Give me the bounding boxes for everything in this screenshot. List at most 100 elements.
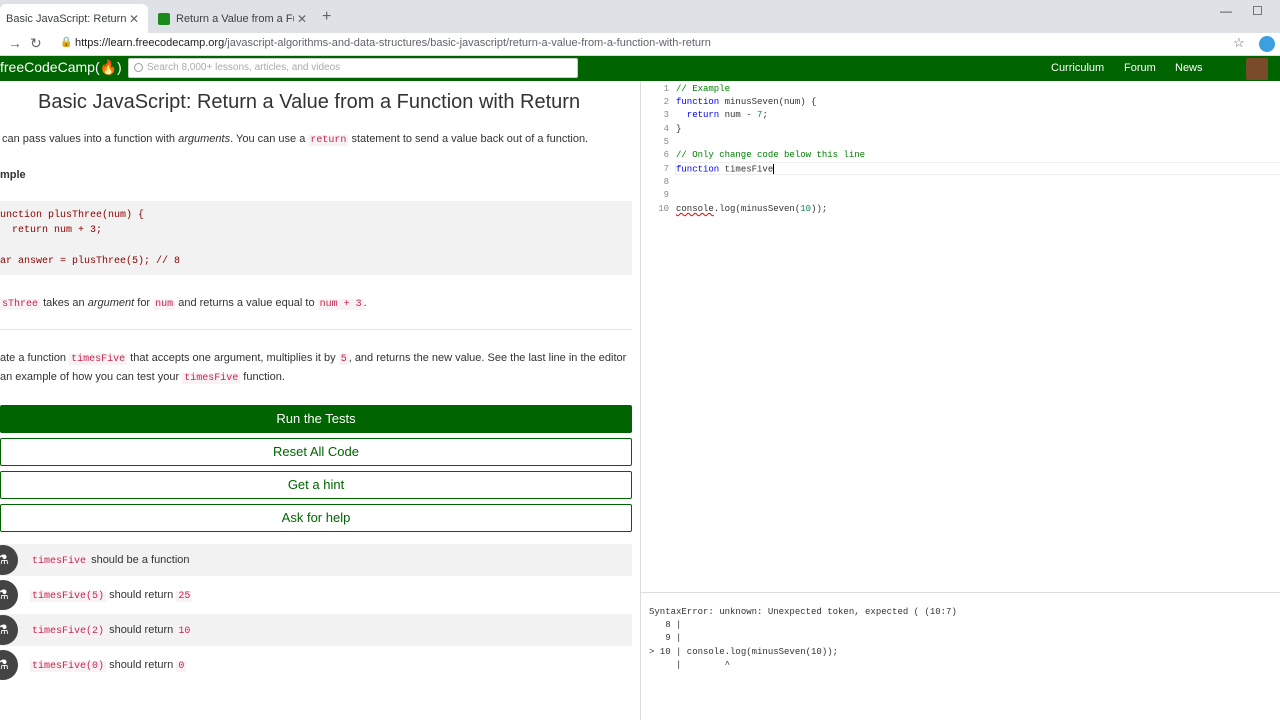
- error-token: console: [676, 204, 714, 214]
- line-number: 7: [663, 164, 669, 174]
- task-paragraph-line2: an example of how you can test your time…: [0, 371, 285, 384]
- url-host: https://learn.freecodecamp.org: [75, 37, 225, 49]
- search-placeholder: Search 8,000+ lessons, articles, and vid…: [147, 62, 341, 73]
- address-bar: → ↻ 🔒 https://learn.freecodecamp.org/jav…: [0, 33, 1280, 56]
- search-input[interactable]: Search 8,000+ lessons, articles, and vid…: [128, 58, 578, 78]
- flask-icon: ⚗: [0, 615, 18, 645]
- keyword: function: [676, 97, 720, 107]
- line-number: 8: [663, 177, 669, 187]
- explain-emphasis: argument: [87, 297, 135, 309]
- bookmark-star-icon[interactable]: ☆: [1233, 35, 1245, 51]
- code-line: unction plusThree(num) {: [0, 210, 145, 221]
- code-text: ;: [762, 110, 768, 120]
- test-code: timesFive: [30, 555, 89, 567]
- inline-code: return: [308, 135, 349, 146]
- test-code: timesFive(0): [30, 660, 107, 672]
- code-line-7: function timesFive: [676, 164, 775, 175]
- line-number: 6: [663, 150, 669, 160]
- test-row: ⚗ timesFive(5) should return 25: [0, 579, 632, 611]
- tab-title: Basic JavaScript: Return a Value f: [6, 12, 126, 25]
- search-icon: [134, 63, 143, 72]
- test-text: timesFive(5) should return 25: [30, 588, 193, 602]
- console-line: 8 |: [649, 620, 682, 630]
- task-text: , and returns the new value. See the las…: [348, 352, 627, 364]
- minimize-icon[interactable]: —: [1220, 4, 1232, 18]
- test-value: 0: [176, 660, 187, 672]
- code-editor-pane[interactable]: 1 2 3 4 5 6 7 8 9 10 // Example function…: [640, 81, 1280, 720]
- test-description: should return: [106, 588, 177, 601]
- close-icon[interactable]: ✕: [126, 12, 142, 26]
- forward-icon[interactable]: →: [8, 35, 22, 51]
- task-text: ate a function: [0, 352, 70, 364]
- code-text: timesFive: [719, 164, 774, 175]
- number-literal: 10: [800, 204, 812, 214]
- lock-icon: 🔒: [60, 37, 73, 48]
- code-line-10: console.log(minusSeven(10));: [676, 204, 827, 214]
- url-field[interactable]: https://learn.freecodecamp.org/javascrip…: [75, 37, 711, 49]
- code-text: minusSeven(num) {: [719, 97, 817, 107]
- example-heading: mple: [0, 169, 26, 181]
- reset-code-button[interactable]: Reset All Code: [0, 438, 632, 466]
- test-value: 10: [176, 625, 193, 637]
- code-text: num -: [719, 110, 758, 120]
- divider: [0, 329, 632, 330]
- intro-emphasis: arguments: [178, 133, 231, 145]
- test-row: ⚗ timesFive(2) should return 10: [0, 614, 632, 646]
- task-text: that accepts one argument, multiplies it…: [127, 352, 339, 364]
- explain-text: .: [363, 297, 367, 309]
- favicon-icon: [158, 12, 170, 25]
- new-tab-icon[interactable]: +: [322, 8, 331, 26]
- example-code-block: unction plusThree(num) { return num + 3;…: [0, 201, 632, 275]
- flask-icon: ⚗: [0, 650, 18, 680]
- code-line-2: function minusSeven(num) {: [676, 97, 816, 107]
- nav-link-forum[interactable]: Forum: [1124, 62, 1156, 74]
- test-row: ⚗ timesFive should be a function: [0, 544, 632, 576]
- profile-avatar-icon[interactable]: [1259, 36, 1275, 52]
- avatar[interactable]: [1246, 58, 1268, 80]
- inline-code: num + 3: [317, 299, 364, 310]
- line-number: 4: [663, 124, 669, 134]
- reload-icon[interactable]: ↻: [30, 35, 42, 52]
- line-number: 10: [658, 204, 669, 214]
- line-number: 3: [663, 110, 669, 120]
- keyword: return: [676, 110, 720, 120]
- test-code: timesFive(5): [30, 590, 107, 602]
- browser-tab-active[interactable]: Basic JavaScript: Return a Value f ✕: [0, 4, 148, 33]
- line-number: 5: [663, 137, 669, 147]
- get-hint-button[interactable]: Get a hint: [0, 471, 632, 499]
- inline-code: num: [153, 299, 176, 310]
- test-description: should be a function: [88, 553, 190, 566]
- task-text: function.: [240, 371, 285, 383]
- close-icon[interactable]: ✕: [294, 12, 310, 26]
- output-console: SyntaxError: unknown: Unexpected token, …: [641, 592, 1280, 720]
- browser-tab-bar: Basic JavaScript: Return a Value f ✕ Ret…: [0, 0, 1280, 33]
- nav-link-curriculum[interactable]: Curriculum: [1051, 62, 1104, 74]
- site-logo[interactable]: freeCodeCamp(🔥): [0, 59, 122, 76]
- line-number: 2: [663, 97, 669, 107]
- test-description: should return: [106, 658, 177, 671]
- explain-text: for: [134, 297, 154, 309]
- code-line-3: return num - 7;: [676, 110, 768, 120]
- explain-text: and returns a value equal to: [175, 297, 318, 309]
- run-tests-button[interactable]: Run the Tests: [0, 405, 632, 433]
- intro-text: can pass values into a function with: [2, 133, 179, 145]
- intro-text: . You can use a: [230, 133, 309, 145]
- console-line: 9 |: [649, 633, 682, 643]
- ask-help-button[interactable]: Ask for help: [0, 504, 632, 532]
- task-text: an example of how you can test your: [0, 371, 183, 383]
- explain-text: takes an: [40, 297, 88, 309]
- explanation-paragraph: sThree takes an argument for num and ret…: [0, 297, 367, 310]
- inline-code: timesFive: [182, 373, 241, 384]
- test-code: timesFive(2): [30, 625, 107, 637]
- maximize-icon[interactable]: ☐: [1252, 4, 1263, 18]
- lesson-pane: Basic JavaScript: Return a Value from a …: [0, 81, 640, 720]
- line-number: 9: [663, 190, 669, 200]
- nav-link-news[interactable]: News: [1175, 62, 1203, 74]
- browser-tab-inactive[interactable]: Return a Value from a Function w ✕: [152, 4, 316, 33]
- test-row: ⚗ timesFive(0) should return 0: [0, 649, 632, 681]
- inline-code: 5: [338, 354, 349, 365]
- inline-code: sThree: [0, 299, 41, 310]
- flask-icon: ⚗: [0, 545, 18, 575]
- code-line-1: // Example: [676, 84, 731, 94]
- test-text: timesFive(2) should return 10: [30, 624, 193, 637]
